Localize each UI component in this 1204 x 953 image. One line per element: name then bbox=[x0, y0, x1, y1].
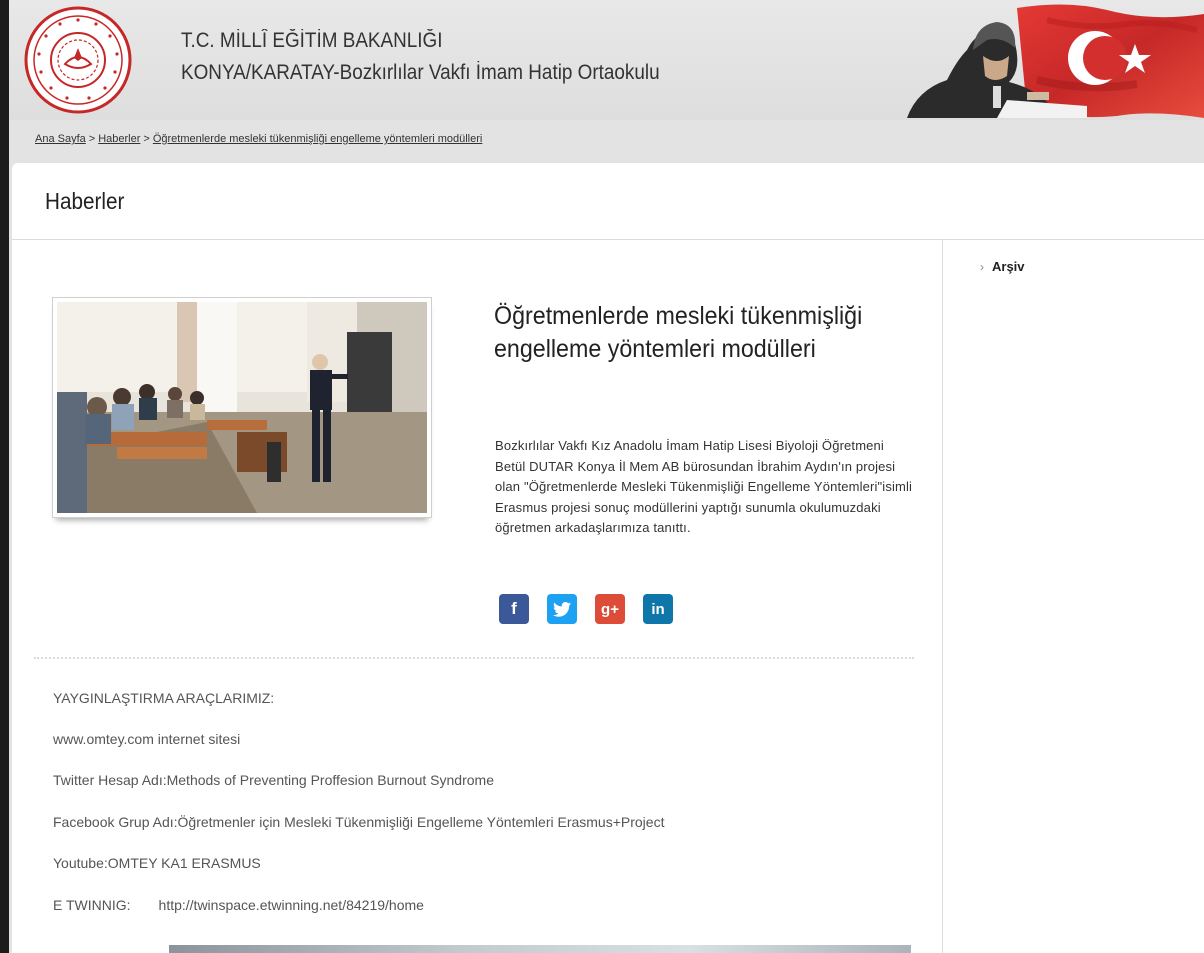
news-content: Öğretmenlerde mesleki tükenmişliği engel… bbox=[12, 240, 943, 953]
news-photo[interactable] bbox=[52, 297, 432, 518]
news-title: Öğretmenlerde mesleki tükenmişliği engel… bbox=[494, 302, 863, 363]
breadcrumb-current-link[interactable]: Öğretmenlerde mesleki tükenmişliği engel… bbox=[153, 133, 483, 145]
dissemination-heading: YAYGINLAŞTIRMA ARAÇLARIMIZ: bbox=[53, 690, 275, 706]
linkedin-icon[interactable]: in bbox=[643, 594, 673, 624]
breadcrumb-news-link[interactable]: Haberler bbox=[98, 133, 140, 145]
website-line: www.omtey.com internet sitesi bbox=[53, 731, 241, 747]
social-share-bar: f g+ in bbox=[499, 594, 673, 624]
google-plus-icon[interactable]: g+ bbox=[595, 594, 625, 624]
breadcrumb-separator: > bbox=[143, 133, 150, 145]
archive-label: Arşiv bbox=[992, 259, 1025, 274]
facebook-line: Facebook Grup Adı:Öğretmenler için Mesle… bbox=[53, 814, 665, 830]
chevron-right-icon: › bbox=[980, 260, 984, 274]
meb-logo-icon[interactable] bbox=[23, 6, 133, 114]
breadcrumb-home-link[interactable]: Ana Sayfa bbox=[35, 133, 86, 145]
ministry-title: T.C. MİLLÎ EĞİTİM BAKANLIĞI bbox=[181, 29, 443, 52]
etwinning-line: E TWINNIG: http://twinspace.etwinning.net… bbox=[53, 897, 424, 913]
etwinning-url[interactable]: http://twinspace.etwinning.net/84219/hom… bbox=[159, 897, 424, 913]
main-panel: Haberler Öğretmenlerde mesleki tükenmişl… bbox=[12, 163, 1204, 953]
facebook-icon[interactable]: f bbox=[499, 594, 529, 624]
sidebar-item-archive[interactable]: › Arşiv bbox=[980, 259, 1025, 274]
youtube-line: Youtube:OMTEY KA1 ERASMUS bbox=[53, 855, 261, 871]
breadcrumb: Ana Sayfa > Haberler > Öğretmenlerde mesleki… bbox=[35, 133, 482, 145]
divider bbox=[34, 657, 914, 659]
site-header: T.C. MİLLÎ EĞİTİM BAKANLIĞI KONYA/KARATA… bbox=[9, 0, 1204, 120]
etwinning-label: E TWINNIG: bbox=[53, 897, 131, 913]
news-body: Bozkırlılar Vakfı Kız Anadolu İmam Hatip… bbox=[495, 438, 913, 535]
breadcrumb-separator: > bbox=[88, 133, 96, 145]
twitter-icon[interactable] bbox=[547, 594, 577, 624]
panel-header: Haberler bbox=[12, 163, 1204, 240]
school-title: KONYA/KARATAY-Bozkırlılar Vakfı İmam Hat… bbox=[181, 61, 660, 84]
page-title: Haberler bbox=[45, 188, 125, 214]
ataturk-flag-banner-icon bbox=[897, 0, 1204, 120]
browser-viewport: T.C. MİLLÎ EĞİTİM BAKANLIĞI KONYA/KARATA… bbox=[9, 0, 1204, 953]
twitter-line: Twitter Hesap Adı:Methods of Preventing … bbox=[53, 772, 494, 788]
secondary-news-photo[interactable] bbox=[169, 945, 911, 953]
